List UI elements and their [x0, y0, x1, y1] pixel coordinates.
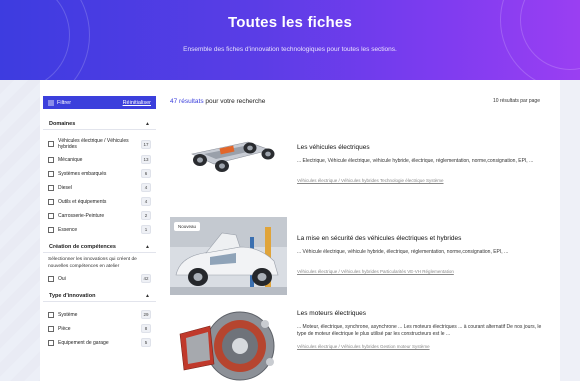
filter-item-type[interactable]: Système 29	[43, 309, 156, 320]
card-tags[interactable]: Véhicules électrique / Véhicules hybride…	[297, 269, 542, 274]
results-suffix: pour votre recherche	[205, 97, 266, 105]
chevron-up-icon[interactable]: ▲	[145, 121, 150, 127]
filter-icon	[48, 100, 54, 105]
checkbox[interactable]	[48, 311, 54, 318]
hero-banner: Toutes les fiches Ensemble des fiches d'…	[0, 0, 580, 80]
card-title[interactable]: Les véhicules électriques	[297, 144, 370, 151]
count-badge: 17	[141, 139, 151, 149]
card-excerpt: ... Véhicule électrique, véhicule hybrid…	[297, 249, 509, 255]
card-title[interactable]: La mise en sécurité des véhicules électr…	[297, 235, 461, 242]
ev-chassis-image	[170, 116, 287, 194]
filter-sidebar: Filtrer Réinitialiser Domaines ▲ Véhicul…	[43, 96, 156, 348]
count-badge: 8	[141, 324, 151, 333]
section-description: Sélectionner les innovations qui créent …	[48, 257, 137, 269]
card-thumbnail[interactable]: Nouveau	[170, 217, 287, 295]
checkbox[interactable]	[48, 170, 54, 177]
electric-motor-image	[170, 304, 287, 381]
filter-item-domaine[interactable]: Mécanique 13	[43, 154, 156, 165]
main-content: Filtrer Réinitialiser Domaines ▲ Véhicul…	[40, 80, 560, 381]
section-creation-header[interactable]: Création de compétences ▲	[43, 241, 156, 253]
result-card[interactable]: Nouveau La mise en sécurité des véhicule…	[170, 217, 540, 297]
count-badge: 4	[141, 183, 151, 192]
section-domaines-header[interactable]: Domaines ▲	[43, 118, 156, 130]
checkbox[interactable]	[48, 275, 54, 282]
results-number: 47 résultats	[170, 97, 204, 105]
section-title: Création de compétences	[49, 243, 116, 250]
filter-item-domaine[interactable]: Outils et équipements 4	[43, 196, 156, 207]
section-title: Domaines	[49, 120, 76, 127]
count-badge: 13	[141, 155, 151, 164]
count-badge: 42	[141, 274, 151, 283]
card-thumbnail[interactable]	[170, 304, 287, 381]
card-thumbnail[interactable]	[170, 116, 287, 194]
filter-item-domaine[interactable]: Carrosserie-Peinture 2	[43, 210, 156, 221]
checkbox[interactable]	[48, 212, 54, 219]
checkbox[interactable]	[48, 198, 54, 205]
count-badge: 1	[141, 225, 151, 234]
filter-label: Filtrer	[57, 99, 72, 106]
new-badge: Nouveau	[174, 222, 201, 231]
page-subtitle: Ensemble des fiches d'innovation technol…	[183, 46, 397, 53]
count-badge: 4	[141, 197, 151, 206]
card-title[interactable]: Les moteurs électriques	[297, 310, 366, 317]
count-badge: 2	[141, 211, 151, 220]
filter-item-type[interactable]: Pièce 8	[43, 323, 156, 334]
chevron-up-icon[interactable]: ▲	[145, 244, 150, 250]
checkbox[interactable]	[48, 226, 54, 233]
reset-filters-link[interactable]: Réinitialiser	[123, 100, 151, 106]
filter-item-type[interactable]: Equipement de garage 5	[43, 337, 156, 348]
card-excerpt: ... Electrique, Véhicule électrique, véh…	[297, 158, 534, 164]
checkbox[interactable]	[48, 325, 54, 332]
card-excerpt: ... Moteur, électrique, synchrone, async…	[297, 324, 542, 337]
page-background	[0, 80, 40, 381]
checkbox[interactable]	[48, 339, 54, 346]
card-tags[interactable]: Véhicules électrique / Véhicules hybride…	[297, 178, 542, 183]
section-title: Type d'innovation	[49, 292, 96, 299]
filter-item-domaine[interactable]: Diesel 4	[43, 182, 156, 193]
checkbox[interactable]	[48, 184, 54, 191]
results-header: 47 résultats pour votre recherche 10 rés…	[170, 96, 540, 106]
result-card[interactable]: Les moteurs électriques ... Moteur, élec…	[170, 304, 542, 381]
count-badge: 29	[141, 310, 151, 319]
section-type-header[interactable]: Type d'innovation ▲	[43, 290, 156, 302]
filter-item-creation[interactable]: Oui 42	[43, 273, 156, 284]
results-per-page[interactable]: 10 résultats par page	[493, 98, 540, 104]
filter-item-domaine[interactable]: Essence 1	[43, 224, 156, 235]
filter-bar: Filtrer Réinitialiser	[43, 96, 156, 109]
results-count: 47 résultats pour votre recherche	[170, 98, 265, 105]
chevron-up-icon[interactable]: ▲	[145, 293, 150, 299]
result-card[interactable]: Les véhicules électriques ... Electrique…	[170, 116, 540, 202]
filter-item-domaine[interactable]: Véhicules électrique / Véhicules hybride…	[43, 137, 156, 151]
checkbox[interactable]	[48, 156, 54, 163]
filter-item-domaine[interactable]: Systèmes embarqués 6	[43, 168, 156, 179]
card-tags[interactable]: Véhicules électrique / Véhicules hybride…	[297, 344, 542, 349]
checkbox[interactable]	[48, 141, 54, 147]
count-badge: 6	[141, 169, 151, 178]
count-badge: 5	[141, 338, 151, 347]
page-title: Toutes les fiches	[228, 14, 352, 31]
